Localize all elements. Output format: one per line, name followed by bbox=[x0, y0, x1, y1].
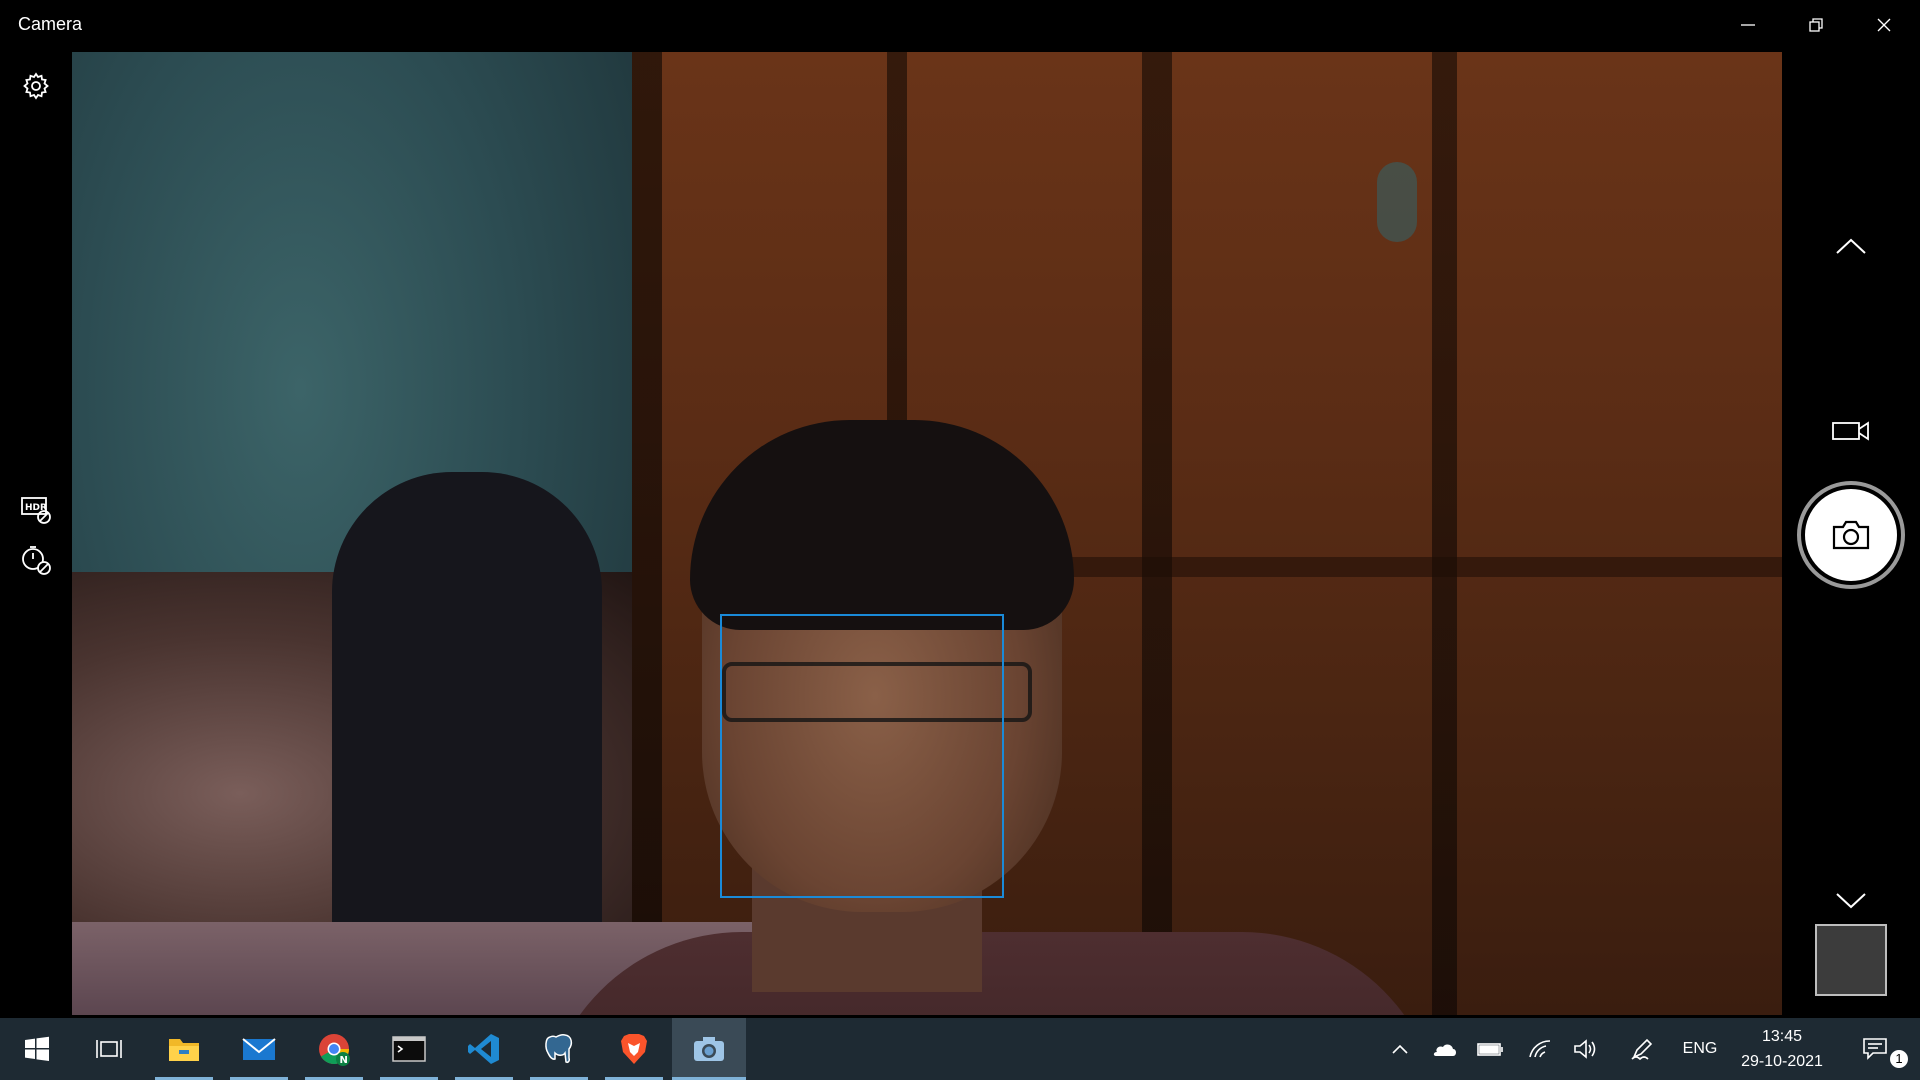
scroll-modes-down-button[interactable] bbox=[1816, 876, 1886, 926]
folder-icon bbox=[169, 1039, 199, 1061]
tray-language[interactable]: ENG bbox=[1672, 1018, 1728, 1080]
take-photo-button[interactable] bbox=[1797, 481, 1905, 589]
preview-hanging-cloth bbox=[332, 472, 602, 972]
clock-date: 29-10-2021 bbox=[1741, 1053, 1823, 1070]
tray-onedrive[interactable] bbox=[1424, 1018, 1464, 1080]
hdr-toggle-button[interactable]: HDR bbox=[18, 492, 54, 528]
timer-off-icon bbox=[22, 546, 51, 575]
chrome-icon: N bbox=[319, 1034, 350, 1066]
settings-icon bbox=[23, 72, 49, 100]
minimize-button[interactable] bbox=[1714, 0, 1782, 50]
close-button[interactable] bbox=[1850, 0, 1918, 50]
chevron-down-icon bbox=[1836, 893, 1866, 909]
shutter-inner bbox=[1805, 489, 1897, 581]
taskbar-clock[interactable]: 13:45 29-10-2021 bbox=[1730, 1024, 1834, 1074]
action-center-button[interactable] bbox=[1852, 1018, 1898, 1080]
language-indicator: ENG bbox=[1682, 1040, 1718, 1057]
camera-icon bbox=[694, 1037, 724, 1061]
task-view-button[interactable] bbox=[72, 1018, 146, 1080]
taskbar-terminal[interactable] bbox=[372, 1018, 446, 1080]
clock-time: 13:45 bbox=[1761, 1028, 1803, 1045]
notification-count-badge: 1 bbox=[1890, 1050, 1908, 1068]
task-view-icon bbox=[96, 1040, 122, 1058]
windows-logo-icon bbox=[25, 1036, 49, 1061]
onedrive-cloud-icon bbox=[1433, 1044, 1456, 1056]
left-rail: HDR bbox=[0, 50, 72, 1017]
taskbar: N ENG 13:45 29-10-2021 bbox=[0, 1018, 1920, 1080]
timer-toggle-button[interactable] bbox=[18, 542, 54, 578]
hdr-off-icon: HDR bbox=[21, 497, 51, 524]
minimize-icon bbox=[1741, 24, 1755, 26]
preview-person-body bbox=[542, 932, 1442, 1015]
tray-battery[interactable] bbox=[1470, 1018, 1510, 1080]
notification-icon bbox=[1863, 1038, 1887, 1060]
svg-text:N: N bbox=[340, 1055, 348, 1066]
taskbar-chrome[interactable]: N bbox=[297, 1018, 371, 1080]
tray-wifi[interactable] bbox=[1520, 1018, 1560, 1080]
postgres-elephant-icon bbox=[545, 1034, 573, 1063]
tray-pen-workspace[interactable] bbox=[1622, 1018, 1662, 1080]
title-bar: Camera bbox=[0, 0, 1920, 50]
taskbar-mail[interactable] bbox=[222, 1018, 296, 1080]
settings-button[interactable] bbox=[18, 68, 54, 104]
pen-icon bbox=[1631, 1038, 1653, 1061]
face-detection-box bbox=[720, 614, 1004, 898]
scroll-modes-up-button[interactable] bbox=[1816, 221, 1886, 271]
taskbar-camera[interactable] bbox=[672, 1018, 746, 1080]
mail-icon bbox=[242, 1038, 276, 1060]
restore-button[interactable] bbox=[1782, 0, 1850, 50]
taskbar-pgadmin[interactable] bbox=[522, 1018, 596, 1080]
preview-wardrobe-lock bbox=[1377, 162, 1417, 242]
video-mode-button[interactable] bbox=[1816, 406, 1886, 456]
brave-lion-icon bbox=[621, 1034, 647, 1064]
taskbar-brave[interactable] bbox=[597, 1018, 671, 1080]
video-mode-icon bbox=[1832, 421, 1869, 441]
volume-icon bbox=[1574, 1039, 1596, 1059]
photo-capture-icon bbox=[1832, 520, 1870, 550]
camera-viewfinder[interactable] bbox=[72, 52, 1782, 1015]
battery-icon bbox=[1477, 1043, 1503, 1056]
last-capture-thumbnail[interactable] bbox=[1815, 924, 1887, 996]
preview-wardrobe-rail bbox=[952, 557, 1782, 577]
taskbar-file-explorer[interactable] bbox=[147, 1018, 221, 1080]
wifi-icon bbox=[1529, 1040, 1551, 1058]
vscode-icon bbox=[468, 1034, 499, 1064]
chevron-up-icon bbox=[1392, 1044, 1408, 1054]
start-button[interactable] bbox=[0, 1018, 74, 1080]
restore-icon bbox=[1809, 18, 1823, 32]
close-icon bbox=[1877, 18, 1891, 32]
chevron-up-icon bbox=[1836, 238, 1866, 254]
terminal-icon bbox=[392, 1036, 426, 1062]
taskbar-vscode[interactable] bbox=[447, 1018, 521, 1080]
tray-overflow-button[interactable] bbox=[1382, 1018, 1418, 1080]
tray-volume[interactable] bbox=[1566, 1018, 1606, 1080]
window-title: Camera bbox=[18, 14, 83, 34]
